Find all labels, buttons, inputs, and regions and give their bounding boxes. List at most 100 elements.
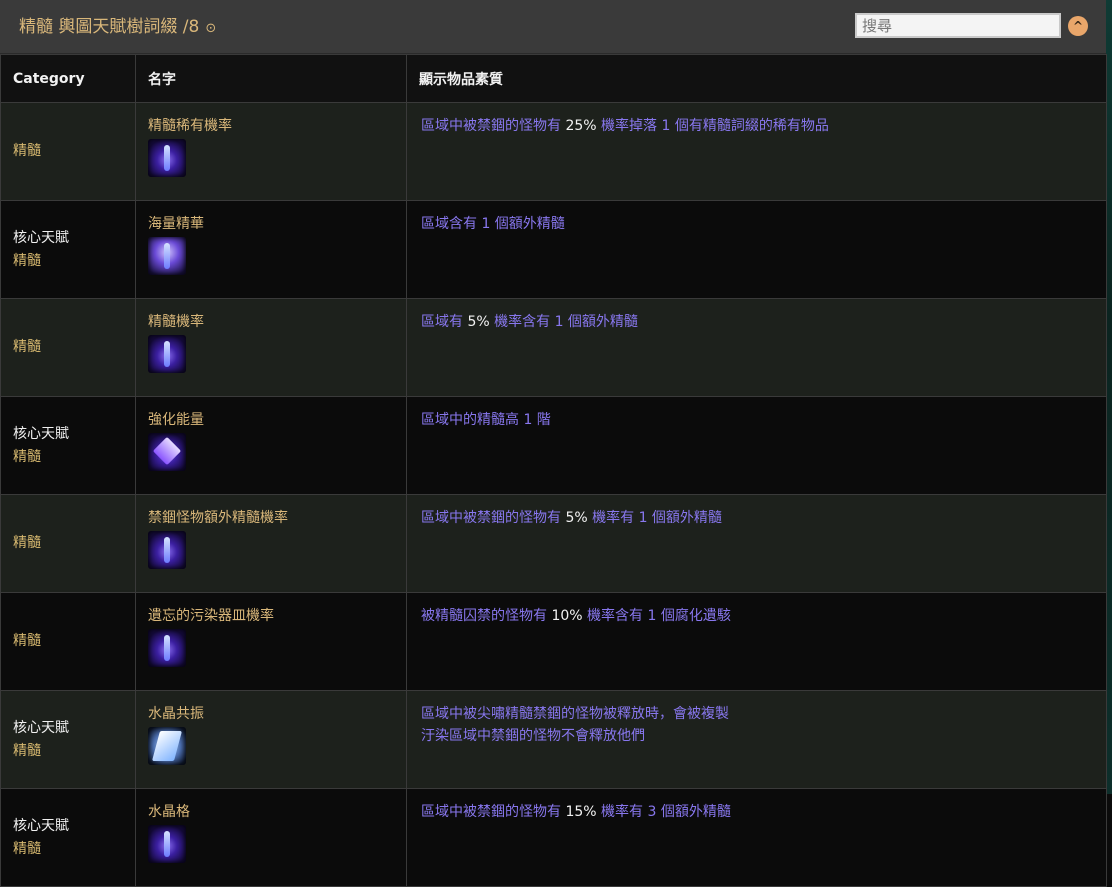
category-core-talent: 核心天賦: [13, 425, 69, 442]
stat-line: 汙染區域中禁錮的怪物不會釋放他們: [421, 725, 1092, 747]
stat-line: 區域中的精髓高 1 階: [421, 409, 1092, 431]
table-row: 精髓 遺忘的污染器皿機率 被精髓囚禁的怪物有 10% 機率含有 1 個腐化遺駭: [0, 592, 1107, 691]
category-cell: 核心天賦 精髓: [0, 788, 136, 887]
stats-cell: 被精髓囚禁的怪物有 10% 機率含有 1 個腐化遺駭: [406, 592, 1107, 691]
stat-text: 機率掉落 1 個有精髓詞綴的稀有物品: [596, 118, 829, 134]
stat-line: 區域有 5% 機率含有 1 個額外精髓: [421, 311, 1092, 333]
stat-text: 被精髓囚禁的怪物有: [421, 608, 552, 624]
essence-icon: [148, 629, 186, 667]
stat-line: 區域中被禁錮的怪物有 15% 機率有 3 個額外精髓: [421, 801, 1092, 823]
panel-title: 精髓 輿圖天賦樹詞綴 /8 ⊙: [19, 12, 216, 37]
crystal-icon: [148, 727, 186, 765]
category-cell: 核心天賦 精髓: [0, 200, 136, 299]
mod-name[interactable]: 水晶共振: [148, 703, 394, 723]
panel-header: 精髓 輿圖天賦樹詞綴 /8 ⊙ ^: [0, 0, 1106, 54]
stat-text: 機率有 1 個額外精髓: [587, 510, 722, 526]
stats-cell: 區域中被禁錮的怪物有 25% 機率掉落 1 個有精髓詞綴的稀有物品: [406, 102, 1107, 201]
category-cell: 核心天賦 精髓: [0, 690, 136, 789]
category-essence: 精髓: [13, 535, 41, 551]
category-cell: 精髓: [0, 494, 136, 593]
column-header-stats[interactable]: 顯示物品素質: [406, 54, 1107, 103]
stats-cell: 區域中被禁錮的怪物有 5% 機率有 1 個額外精髓: [406, 494, 1107, 593]
mod-name[interactable]: 精髓機率: [148, 311, 394, 331]
name-cell: 海量精華: [135, 200, 407, 299]
category-core-talent: 核心天賦: [13, 719, 69, 736]
table-header-row: Category 名字 顯示物品素質: [0, 54, 1107, 103]
column-header-name[interactable]: 名字: [135, 54, 407, 103]
category-essence: 精髓: [13, 339, 41, 355]
stats-cell: 區域中被禁錮的怪物有 15% 機率有 3 個額外精髓: [406, 788, 1107, 887]
table-row: 精髓 精髓機率 區域有 5% 機率含有 1 個額外精髓: [0, 298, 1107, 397]
search-input[interactable]: [855, 13, 1061, 38]
mod-name[interactable]: 精髓稀有機率: [148, 115, 394, 135]
stat-text: 區域含有 1 個額外精髓: [421, 216, 565, 232]
stat-text: 區域中的精髓高 1 階: [421, 412, 551, 428]
stat-text: 區域中被禁錮的怪物有: [421, 510, 566, 526]
essence-icon: [148, 139, 186, 177]
column-header-category[interactable]: Category: [0, 54, 136, 103]
mod-name[interactable]: 禁錮怪物額外精髓機率: [148, 507, 394, 527]
info-icon[interactable]: ⊙: [205, 21, 216, 36]
name-cell: 禁錮怪物額外精髓機率: [135, 494, 407, 593]
category-cell: 核心天賦 精髓: [0, 396, 136, 495]
stat-value: 5%: [467, 314, 490, 330]
name-cell: 水晶格: [135, 788, 407, 887]
category-essence: 精髓: [13, 448, 41, 465]
name-cell: 精髓機率: [135, 298, 407, 397]
stat-text: 區域中被禁錮的怪物有: [421, 118, 566, 134]
stat-line: 區域中被禁錮的怪物有 5% 機率有 1 個額外精髓: [421, 507, 1092, 529]
stat-text: 汙染區域中禁錮的怪物不會釋放他們: [421, 728, 645, 744]
stats-cell: 區域含有 1 個額外精髓: [406, 200, 1107, 299]
stat-line: 區域中被尖嘯精髓禁錮的怪物被釋放時，會被複製: [421, 703, 1092, 725]
name-cell: 精髓稀有機率: [135, 102, 407, 201]
stat-line: 區域含有 1 個額外精髓: [421, 213, 1092, 235]
essence-icon: [148, 531, 186, 569]
mod-name[interactable]: 遺忘的污染器皿機率: [148, 605, 394, 625]
stats-cell: 區域有 5% 機率含有 1 個額外精髓: [406, 298, 1107, 397]
stat-text: 區域有: [421, 314, 468, 330]
category-cell: 精髓: [0, 298, 136, 397]
name-cell: 水晶共振: [135, 690, 407, 789]
collapse-button[interactable]: ^: [1068, 16, 1088, 36]
mod-name[interactable]: 水晶格: [148, 801, 394, 821]
table-row: 核心天賦 精髓 海量精華 區域含有 1 個額外精髓: [0, 200, 1107, 299]
stats-cell: 區域中的精髓高 1 階: [406, 396, 1107, 495]
stat-text: 區域中被尖嘯精髓禁錮的怪物被釋放時，會被複製: [421, 706, 729, 722]
stat-value: 5%: [565, 510, 588, 526]
table-row: 精髓 精髓稀有機率 區域中被禁錮的怪物有 25% 機率掉落 1 個有精髓詞綴的稀有物…: [0, 102, 1107, 201]
category-essence: 精髓: [13, 143, 41, 159]
stat-text: 機率含有 1 個額外精髓: [489, 314, 638, 330]
essence-icon: [148, 335, 186, 373]
mod-table-panel: 精髓 輿圖天賦樹詞綴 /8⊙ ^ Category 名字 顯示物品素質 精髓精髓…: [0, 0, 1107, 887]
table-body: 精髓 精髓稀有機率 區域中被禁錮的怪物有 25% 機率掉落 1 個有精髓詞綴的稀有物…: [0, 102, 1107, 887]
mod-name[interactable]: 海量精華: [148, 213, 394, 233]
stats-cell: 區域中被尖嘯精髓禁錮的怪物被釋放時，會被複製 汙染區域中禁錮的怪物不會釋放他們: [406, 690, 1107, 789]
stat-text: 機率含有 1 個腐化遺駭: [582, 608, 731, 624]
table-row: 精髓 禁錮怪物額外精髓機率 區域中被禁錮的怪物有 5% 機率有 1 個額外精髓: [0, 494, 1107, 593]
essence-icon: [148, 825, 186, 863]
name-cell: 遺忘的污染器皿機率: [135, 592, 407, 691]
mod-table: Category 名字 顯示物品素質 精髓 精髓稀有機率 區域中被禁錮的怪物有 25…: [0, 54, 1107, 887]
pyramid-icon: [148, 433, 186, 471]
category-essence: 精髓: [13, 840, 41, 857]
stat-value: 10%: [551, 608, 583, 624]
stat-value: 25%: [565, 118, 597, 134]
category-core-talent: 核心天賦: [13, 229, 69, 246]
table-row: 核心天賦 精髓 水晶共振 區域中被尖嘯精髓禁錮的怪物被釋放時，會被複製 汙染區域中禁錮的…: [0, 690, 1107, 789]
name-cell: 強化能量: [135, 396, 407, 495]
stat-value: 15%: [565, 804, 597, 820]
category-cell: 精髓: [0, 592, 136, 691]
category-cell: 精髓: [0, 102, 136, 201]
category-essence: 精髓: [13, 742, 41, 759]
essence-burst-icon: [148, 237, 186, 275]
mod-name[interactable]: 強化能量: [148, 409, 394, 429]
stat-text: 區域中被禁錮的怪物有: [421, 804, 566, 820]
panel-title-text: 精髓 輿圖天賦樹詞綴 /8: [19, 17, 200, 37]
table-row: 核心天賦 精髓 強化能量 區域中的精髓高 1 階: [0, 396, 1107, 495]
category-core-talent: 核心天賦: [13, 817, 69, 834]
stat-line: 被精髓囚禁的怪物有 10% 機率含有 1 個腐化遺駭: [421, 605, 1092, 627]
stat-text: 機率有 3 個額外精髓: [596, 804, 731, 820]
category-essence: 精髓: [13, 633, 41, 649]
category-essence: 精髓: [13, 252, 41, 269]
stat-line: 區域中被禁錮的怪物有 25% 機率掉落 1 個有精髓詞綴的稀有物品: [421, 115, 1092, 137]
